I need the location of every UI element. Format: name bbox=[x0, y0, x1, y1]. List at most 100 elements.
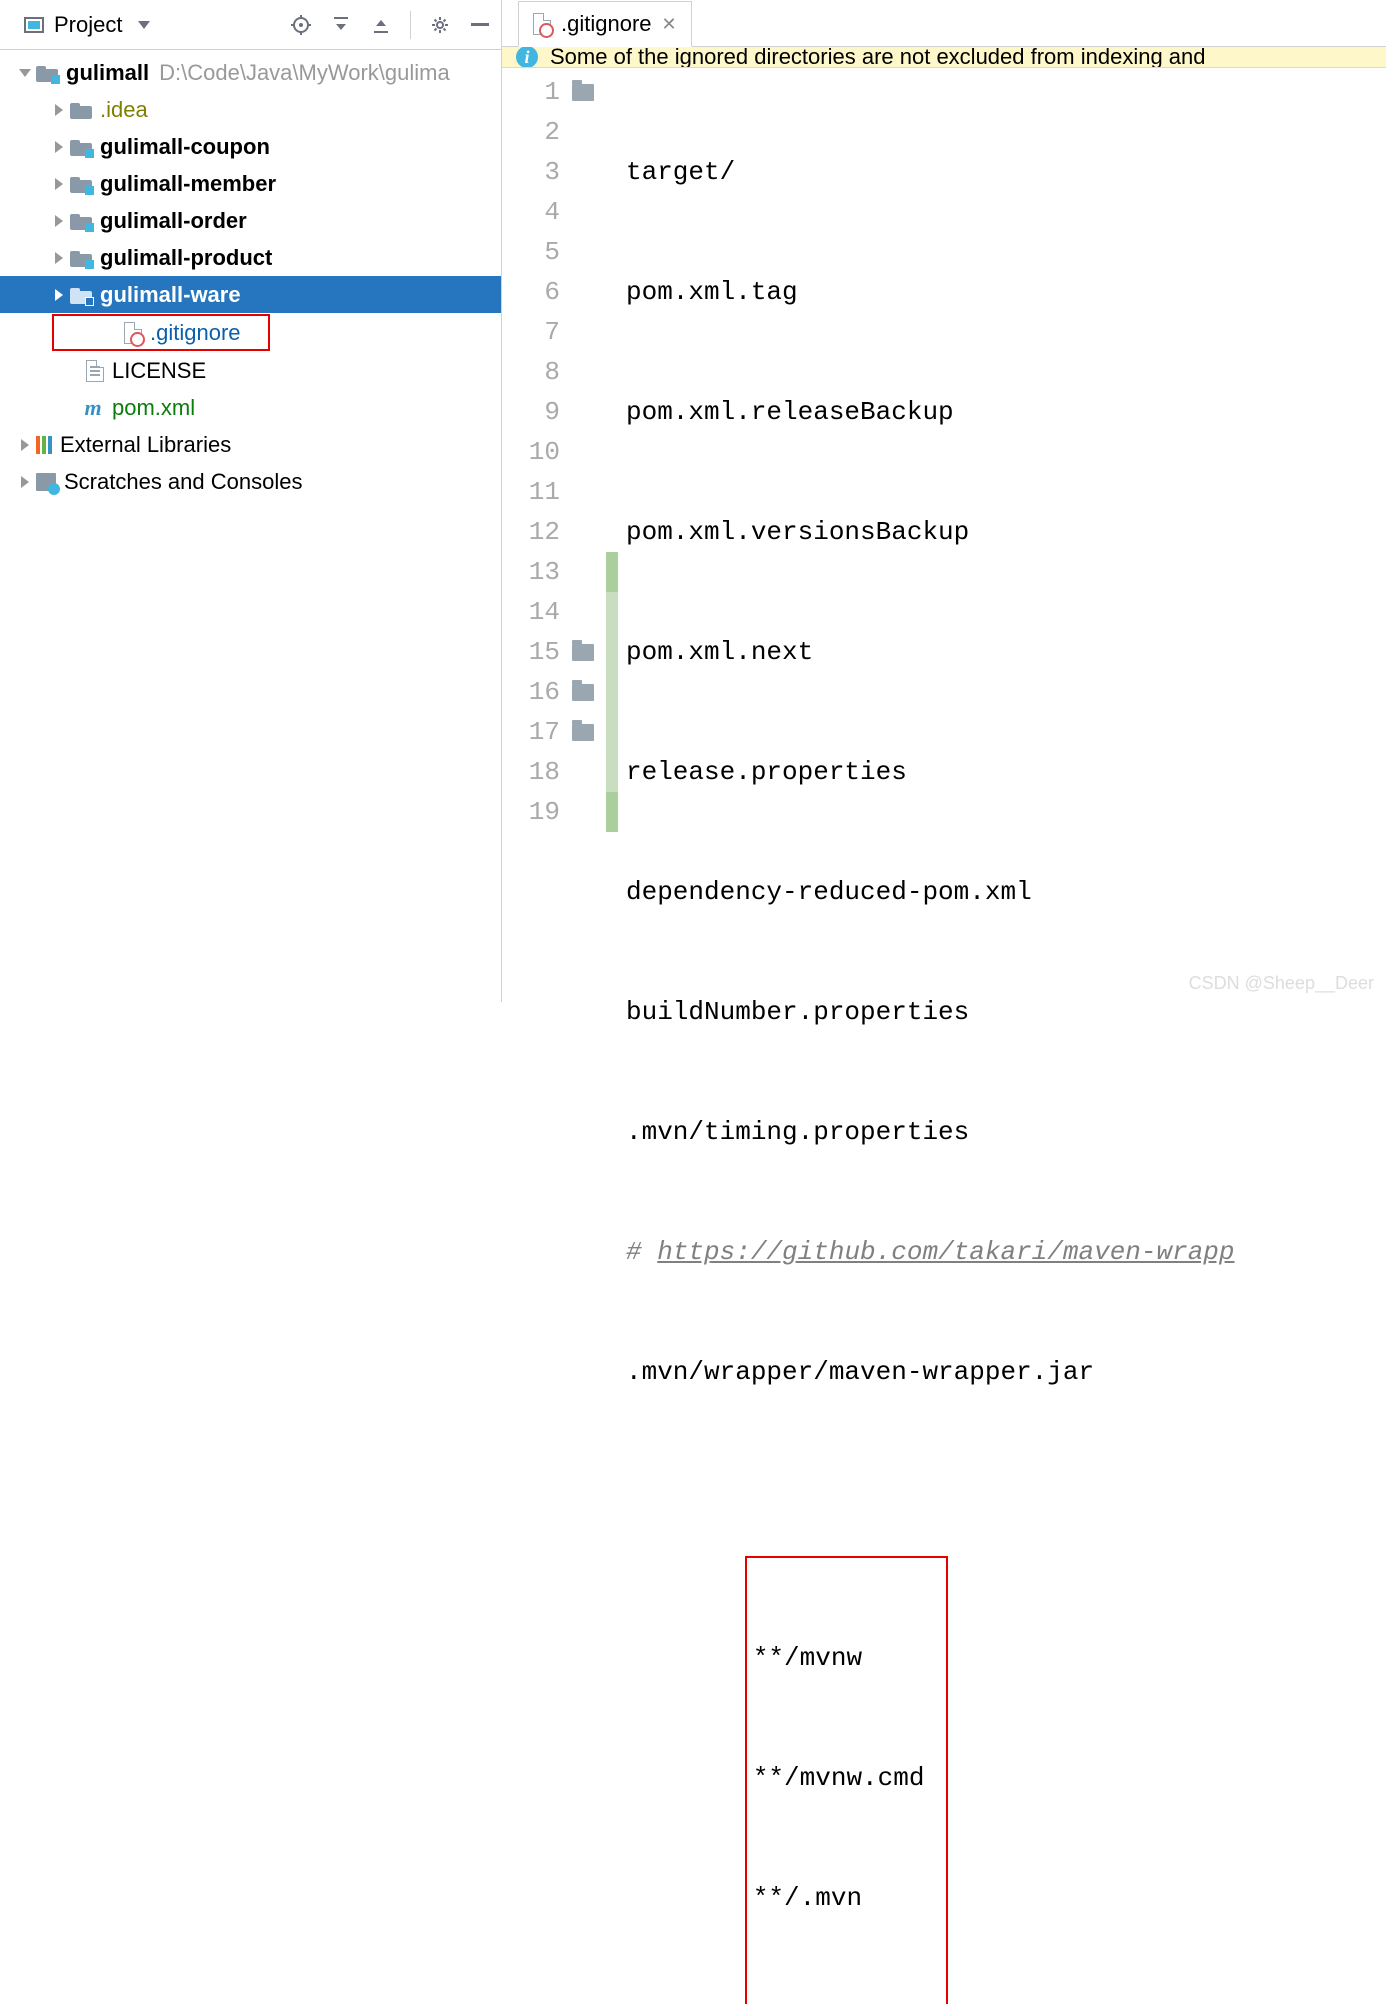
editor-tab-bar: .gitignore ✕ bbox=[502, 0, 1386, 47]
line-number: 2 bbox=[502, 112, 560, 152]
code-line: **/mvnw.cmd bbox=[753, 1758, 940, 1798]
tree-label: External Libraries bbox=[60, 432, 231, 458]
gear-icon[interactable] bbox=[429, 14, 451, 36]
tree-root[interactable]: gulimall D:\Code\Java\MyWork\gulima bbox=[0, 54, 501, 91]
line-number-gutter: 1 2 3 4 5 6 7 8 9 10 11 12 13 14 15 16 1… bbox=[502, 68, 572, 2004]
gutter-icons bbox=[572, 68, 606, 2004]
line-number: 17 bbox=[502, 712, 560, 752]
chevron-right-icon bbox=[55, 252, 63, 264]
code-line: pom.xml.versionsBackup bbox=[626, 512, 1386, 552]
chevron-down-icon bbox=[138, 21, 150, 29]
vcs-change-marker-gutter bbox=[606, 68, 618, 2004]
project-tree: gulimall D:\Code\Java\MyWork\gulima .ide… bbox=[0, 50, 501, 1002]
gitignore-file-icon bbox=[533, 13, 551, 35]
line-number: 11 bbox=[502, 472, 560, 512]
line-number: 15 bbox=[502, 632, 560, 672]
line-number: 10 bbox=[502, 432, 560, 472]
scratches-icon bbox=[36, 473, 56, 491]
tree-folder-idea[interactable]: .idea bbox=[0, 91, 501, 128]
tree-module[interactable]: gulimall-order bbox=[0, 202, 501, 239]
line-number: 13 bbox=[502, 552, 560, 592]
code-line: .mvn/wrapper/maven-wrapper.jar bbox=[626, 1352, 1386, 1392]
editor-tab[interactable]: .gitignore ✕ bbox=[518, 1, 692, 47]
tree-external-libraries[interactable]: External Libraries bbox=[0, 426, 501, 463]
code-line: **/target/ bbox=[753, 1998, 940, 2004]
code-line: **/.mvn bbox=[753, 1878, 940, 1918]
chevron-down-icon bbox=[19, 69, 31, 77]
line-number: 6 bbox=[502, 272, 560, 312]
tree-module-selected[interactable]: gulimall-ware bbox=[0, 276, 501, 313]
code-content[interactable]: target/ pom.xml.tag pom.xml.releaseBacku… bbox=[618, 68, 1386, 2004]
folder-gutter-icon[interactable] bbox=[572, 684, 594, 701]
tree-file-gitignore[interactable]: .gitignore bbox=[52, 314, 270, 351]
tree-label: gulimall-coupon bbox=[100, 134, 270, 160]
code-editor[interactable]: 1 2 3 4 5 6 7 8 9 10 11 12 13 14 15 16 1… bbox=[502, 68, 1386, 2004]
line-number: 14 bbox=[502, 592, 560, 632]
chevron-right-icon bbox=[55, 104, 63, 116]
chevron-right-icon bbox=[55, 178, 63, 190]
module-folder-icon bbox=[36, 64, 58, 82]
info-icon: i bbox=[516, 47, 538, 68]
chevron-right-icon bbox=[21, 476, 29, 488]
project-view-label: Project bbox=[54, 12, 122, 38]
code-line: .mvn/timing.properties bbox=[626, 1112, 1386, 1152]
line-number: 9 bbox=[502, 392, 560, 432]
code-line: pom.xml.next bbox=[626, 632, 1386, 672]
line-number: 7 bbox=[502, 312, 560, 352]
chevron-right-icon bbox=[55, 141, 63, 153]
collapse-all-icon[interactable] bbox=[370, 14, 392, 36]
module-folder-icon bbox=[70, 175, 92, 193]
tree-module[interactable]: gulimall-product bbox=[0, 239, 501, 276]
tree-path: D:\Code\Java\MyWork\gulima bbox=[159, 60, 450, 86]
folder-gutter-icon[interactable] bbox=[572, 644, 594, 661]
tab-label: .gitignore bbox=[561, 11, 652, 37]
folder-gutter-icon[interactable] bbox=[572, 84, 594, 101]
tree-module[interactable]: gulimall-coupon bbox=[0, 128, 501, 165]
project-icon bbox=[24, 17, 44, 33]
gitignore-file-icon bbox=[124, 322, 142, 344]
folder-gutter-icon[interactable] bbox=[572, 724, 594, 741]
banner-text: Some of the ignored directories are not … bbox=[550, 47, 1206, 68]
chevron-right-icon bbox=[55, 289, 63, 301]
tree-label: gulimall-ware bbox=[100, 282, 241, 308]
module-folder-icon bbox=[70, 249, 92, 267]
tree-label: Scratches and Consoles bbox=[64, 469, 302, 495]
line-number: 16 bbox=[502, 672, 560, 712]
watermark: CSDN @Sheep__Deer bbox=[1189, 973, 1374, 994]
close-icon[interactable]: ✕ bbox=[662, 14, 677, 35]
tree-label: pom.xml bbox=[112, 395, 195, 421]
tree-file-pom[interactable]: m pom.xml bbox=[0, 389, 501, 426]
expand-all-icon[interactable] bbox=[330, 14, 352, 36]
module-folder-icon bbox=[70, 286, 92, 304]
tree-label: gulimall bbox=[66, 60, 149, 86]
chevron-right-icon bbox=[55, 215, 63, 227]
tree-module[interactable]: gulimall-member bbox=[0, 165, 501, 202]
code-line bbox=[626, 1472, 1386, 1512]
tree-label: gulimall-order bbox=[100, 208, 247, 234]
line-number: 18 bbox=[502, 752, 560, 792]
line-number: 19 bbox=[502, 792, 560, 832]
libraries-icon bbox=[36, 436, 52, 454]
code-line: dependency-reduced-pom.xml bbox=[626, 872, 1386, 912]
editor-area: .gitignore ✕ i Some of the ignored direc… bbox=[502, 0, 1386, 1002]
tree-scratches[interactable]: Scratches and Consoles bbox=[0, 463, 501, 500]
line-number: 8 bbox=[502, 352, 560, 392]
line-number: 12 bbox=[502, 512, 560, 552]
highlighted-code-block: **/mvnw **/mvnw.cmd **/.mvn **/target/ .… bbox=[745, 1556, 948, 2004]
tree-label: .idea bbox=[100, 97, 148, 123]
locate-icon[interactable] bbox=[290, 14, 312, 36]
maven-icon: m bbox=[82, 397, 104, 419]
code-line: release.properties bbox=[626, 752, 1386, 792]
code-line-comment: # https://github.com/takari/maven-wrapp bbox=[626, 1232, 1386, 1272]
editor-notification-banner[interactable]: i Some of the ignored directories are no… bbox=[502, 47, 1386, 68]
project-header-tools bbox=[290, 11, 491, 39]
project-view-selector[interactable]: Project bbox=[24, 12, 290, 38]
hide-icon[interactable] bbox=[469, 14, 491, 36]
code-line: buildNumber.properties bbox=[626, 992, 1386, 1032]
project-header: Project bbox=[0, 0, 501, 50]
code-line: pom.xml.tag bbox=[626, 272, 1386, 312]
line-number: 3 bbox=[502, 152, 560, 192]
tree-file-license[interactable]: LICENSE bbox=[0, 352, 501, 389]
divider bbox=[410, 11, 411, 39]
text-file-icon bbox=[86, 360, 104, 382]
